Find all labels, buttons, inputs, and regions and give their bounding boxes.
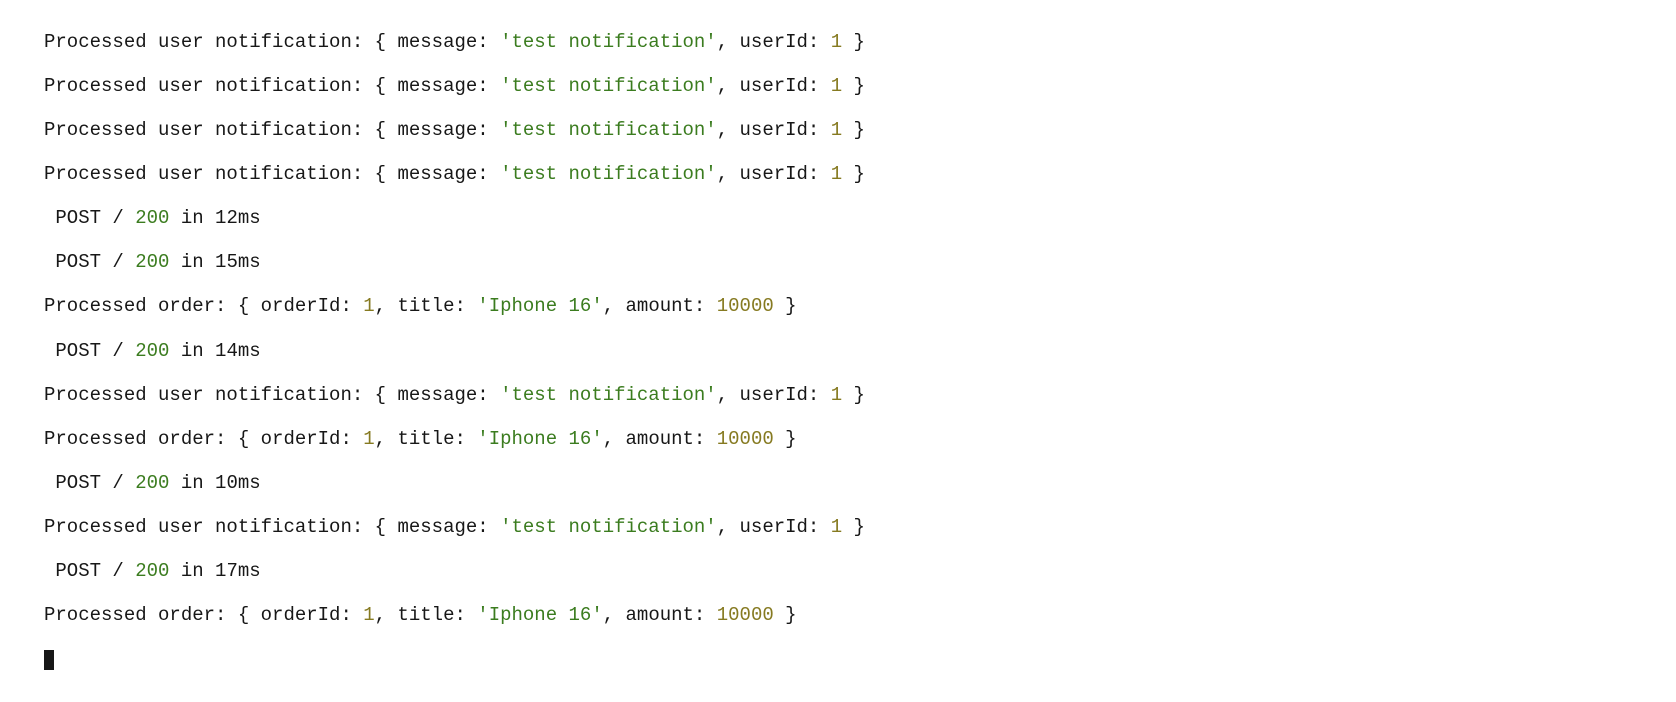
- log-string: 'test notification': [500, 31, 717, 53]
- terminal-cursor: [44, 650, 54, 670]
- log-number: 1: [831, 516, 842, 538]
- log-line: Processed order: { orderId: 1, title: 'I…: [44, 284, 1632, 328]
- log-number: 1: [831, 163, 842, 185]
- log-line: Processed user notification: { message: …: [44, 108, 1632, 152]
- http-status: 200: [135, 251, 169, 273]
- log-prefix: Processed user notification: { message:: [44, 75, 500, 97]
- log-number: 1: [363, 428, 374, 450]
- log-prefix: Processed order: { orderId:: [44, 428, 363, 450]
- log-prefix: Processed user notification: { message:: [44, 384, 500, 406]
- http-method: POST /: [44, 560, 135, 582]
- log-string: 'test notification': [500, 163, 717, 185]
- log-number: 1: [363, 295, 374, 317]
- log-number: 10000: [717, 295, 774, 317]
- http-status: 200: [135, 472, 169, 494]
- cursor-line: [44, 637, 1632, 681]
- log-number: 1: [831, 31, 842, 53]
- log-line: POST / 200 in 15ms: [44, 240, 1632, 284]
- log-number: 1: [831, 384, 842, 406]
- log-prefix: Processed user notification: { message:: [44, 31, 500, 53]
- log-line: Processed user notification: { message: …: [44, 373, 1632, 417]
- log-prefix: Processed user notification: { message:: [44, 163, 500, 185]
- log-line: Processed order: { orderId: 1, title: 'I…: [44, 593, 1632, 637]
- log-prefix: Processed user notification: { message:: [44, 119, 500, 141]
- log-string: 'test notification': [500, 516, 717, 538]
- http-status: 200: [135, 560, 169, 582]
- log-string: 'test notification': [500, 384, 717, 406]
- log-number: 10000: [717, 604, 774, 626]
- log-prefix: Processed order: { orderId:: [44, 604, 363, 626]
- log-line: Processed user notification: { message: …: [44, 64, 1632, 108]
- terminal-output: Processed user notification: { message: …: [44, 20, 1632, 681]
- http-method: POST /: [44, 340, 135, 362]
- http-status: 200: [135, 207, 169, 229]
- log-line: Processed user notification: { message: …: [44, 20, 1632, 64]
- log-string: 'test notification': [500, 75, 717, 97]
- log-line: POST / 200 in 14ms: [44, 329, 1632, 373]
- http-status: 200: [135, 340, 169, 362]
- log-number: 1: [363, 604, 374, 626]
- http-method: POST /: [44, 251, 135, 273]
- log-prefix: Processed order: { orderId:: [44, 295, 363, 317]
- log-string: 'Iphone 16': [477, 604, 602, 626]
- log-line: Processed user notification: { message: …: [44, 505, 1632, 549]
- log-string: 'test notification': [500, 119, 717, 141]
- log-number: 1: [831, 119, 842, 141]
- log-line: POST / 200 in 17ms: [44, 549, 1632, 593]
- log-number: 1: [831, 75, 842, 97]
- log-line: Processed order: { orderId: 1, title: 'I…: [44, 417, 1632, 461]
- log-string: 'Iphone 16': [477, 428, 602, 450]
- log-line: POST / 200 in 10ms: [44, 461, 1632, 505]
- log-string: 'Iphone 16': [477, 295, 602, 317]
- http-method: POST /: [44, 472, 135, 494]
- log-number: 10000: [717, 428, 774, 450]
- http-method: POST /: [44, 207, 135, 229]
- log-line: Processed user notification: { message: …: [44, 152, 1632, 196]
- log-prefix: Processed user notification: { message:: [44, 516, 500, 538]
- log-line: POST / 200 in 12ms: [44, 196, 1632, 240]
